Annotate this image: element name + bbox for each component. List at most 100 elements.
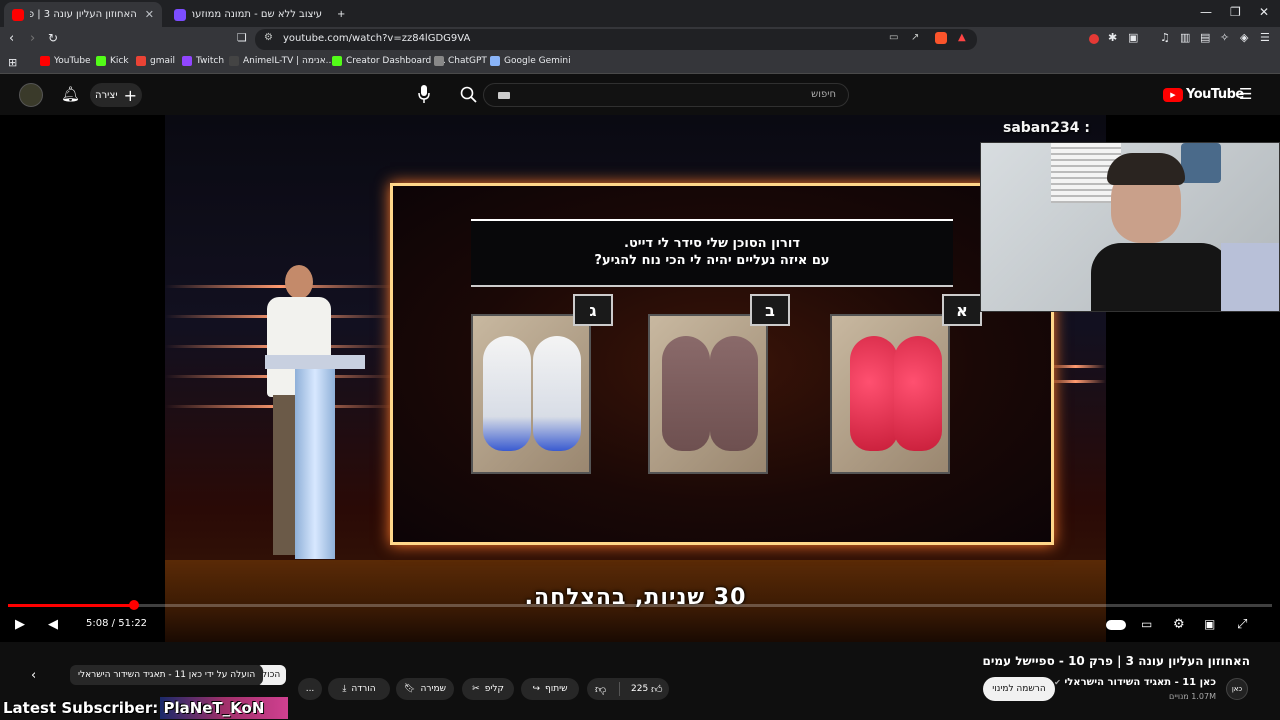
notifications-bell-icon[interactable]: 🔔︎ <box>61 85 80 103</box>
plus-icon: + <box>337 9 346 20</box>
chip-label: הכול <box>262 670 281 680</box>
close-window-icon[interactable]: ✕ <box>1259 5 1269 19</box>
search-icon[interactable] <box>460 86 478 104</box>
tab-youtube-video[interactable]: האחוזון העליון עונה 3 | פרק 10 - ✕ <box>4 2 162 27</box>
close-tab-icon[interactable]: ✕ <box>145 8 154 21</box>
youtube-logo-text: YouTube <box>1186 87 1244 102</box>
scissors-icon: ✂ <box>472 684 480 694</box>
channel-name[interactable]: כאן 11 - תאגיד השידור הישראלי ✔ <box>1054 677 1216 688</box>
tab-canva[interactable]: עיצוב ללא שם - תמונה ממוזערת כ- <box>166 2 330 27</box>
clip-button[interactable]: קליפ ✂ <box>462 678 514 700</box>
bookmark-label: Google Gemini <box>504 56 571 66</box>
bookmark-youtube[interactable]: YouTube <box>40 56 91 66</box>
bookmark-icon[interactable]: ❏ <box>237 31 247 44</box>
search-input[interactable]: חיפוש <box>483 83 849 107</box>
create-label: יצירה <box>95 89 118 101</box>
bookmark-label: ChatGPT <box>448 56 487 66</box>
twitch-icon <box>182 56 192 66</box>
youtube-play-icon: ▶ <box>1163 87 1183 102</box>
canva-favicon-icon <box>174 8 186 21</box>
share-label: שיתוף <box>545 684 568 694</box>
answer-card-bet: ב <box>648 294 790 474</box>
address-bar[interactable]: ⚙ youtube.com/watch?v=zz84lGDG9VA ▭ ↗ ▲ <box>255 29 977 50</box>
time-display: 5:08 / 51:22 <box>86 618 147 629</box>
maximize-icon[interactable]: ❐ <box>1230 5 1241 19</box>
like-count[interactable]: 225 <box>631 684 648 694</box>
create-button[interactable]: יצירה + <box>90 83 142 107</box>
bookmark-twitch[interactable]: Twitch <box>182 56 224 66</box>
podium <box>265 355 365 565</box>
wallet-icon[interactable]: ▤ <box>1200 31 1210 44</box>
menu-icon[interactable]: ☰ <box>1260 31 1270 44</box>
answer-letter: א <box>942 294 982 326</box>
sidebar-icon[interactable]: ▥ <box>1180 31 1190 44</box>
cast-icon[interactable]: ▭ <box>889 32 898 43</box>
fullscreen-icon[interactable]: ⤢ <box>1237 617 1247 632</box>
apps-grid-icon[interactable]: ⊞ <box>8 56 17 69</box>
white-sneaker-image <box>483 336 531 451</box>
question-line: עם איזה נעליים יהיה לי הכי נוח להגיע? <box>594 253 830 268</box>
channel-avatar[interactable]: כאן <box>1226 678 1248 700</box>
answer-card-gimel: ג <box>471 294 613 474</box>
gmail-icon <box>136 56 146 66</box>
browser-tab-strip: האחוזון העליון עונה 3 | פרק 10 - ✕ עיצוב… <box>0 0 1280 27</box>
save-button[interactable]: שמירה 🔖︎ <box>396 678 454 700</box>
vpn-icon[interactable]: ◈ <box>1240 31 1248 44</box>
site-info-icon[interactable]: ⚙ <box>264 32 273 43</box>
miniplayer-icon[interactable]: ▣ <box>1204 617 1215 631</box>
voice-search-icon[interactable] <box>417 84 431 104</box>
bookmark-kick[interactable]: Kick <box>96 56 129 66</box>
video-progress-bar[interactable] <box>8 600 1272 610</box>
settings-gear-icon[interactable]: ⚙ <box>1173 617 1185 632</box>
subscribe-button[interactable]: הרשמה למינוי <box>983 677 1055 701</box>
share-page-icon[interactable]: ↗ <box>911 32 919 43</box>
stage-light <box>1045 365 1106 368</box>
bookmark-creator-dashboard[interactable]: Creator Dashboard |... <box>332 56 446 66</box>
keyboard-icon[interactable] <box>498 92 510 99</box>
bookmarks-bar: ⊞ YouTube Kick gmail Twitch AnimeIL-TV |… <box>0 52 1280 74</box>
volume-icon[interactable]: ◀︎ <box>48 617 58 632</box>
back-icon[interactable]: ‹ <box>9 31 14 46</box>
share-button[interactable]: שיתוף ↪ <box>521 678 579 700</box>
media-icon[interactable]: ♫ <box>1160 31 1170 44</box>
verified-icon: ✔ <box>1054 678 1061 687</box>
youtube-favicon-icon <box>12 8 24 21</box>
brave-shield-icon[interactable] <box>935 32 947 44</box>
video-title: האחוזון העליון עונה 3 | פרק 10 - ספיישל … <box>982 654 1250 668</box>
record-extension-icon[interactable] <box>1089 34 1099 44</box>
video-player[interactable]: דורון הסוכן שלי סידר לי דייט. עם איזה נע… <box>0 115 1280 642</box>
reload-icon[interactable]: ↻ <box>48 31 58 45</box>
like-icon[interactable]: 👍︎ <box>651 683 663 696</box>
bookmark-gmail[interactable]: gmail <box>136 56 175 66</box>
account-avatar[interactable] <box>19 83 43 107</box>
bookmark-animeil[interactable]: AnimeIL-TV | אנימה... <box>229 56 334 66</box>
brave-rewards-icon[interactable]: ▲ <box>958 32 966 43</box>
quiz-screen: דורון הסוכן שלי סידר לי דייט. עם איזה נע… <box>390 183 1054 545</box>
browser-toolbar: ‹ › ↻ ❏ ⚙ youtube.com/watch?v=zz84lGDG9V… <box>0 27 1280 52</box>
extensions-icon[interactable]: ✱ <box>1108 31 1117 44</box>
screenshot-icon[interactable]: ▣ <box>1128 31 1138 44</box>
download-button[interactable]: הורדה ⤓ <box>328 678 390 700</box>
play-icon[interactable]: ▶ <box>15 617 25 632</box>
brown-shoe-image <box>710 336 758 451</box>
dislike-icon[interactable]: 👎︎ <box>595 683 606 696</box>
autoplay-toggle[interactable] <box>1106 620 1126 630</box>
chips-scroll-left-icon[interactable]: ‹ <box>31 668 36 683</box>
forward-icon[interactable]: › <box>30 31 35 46</box>
youtube-logo[interactable]: ▶ YouTube <box>1163 87 1244 102</box>
new-tab-button[interactable]: + <box>333 2 353 27</box>
subtitles-icon[interactable]: ▭ <box>1141 617 1152 631</box>
bookmark-gemini[interactable]: Google Gemini <box>490 56 571 66</box>
chip-uploaded-by[interactable]: הועלה על ידי כאן 11 - תאגיד השידור הישרא… <box>70 665 264 685</box>
hamburger-menu-icon[interactable]: ☰ <box>1239 85 1252 103</box>
red-flipflop-image <box>850 336 898 451</box>
ai-icon[interactable]: ✧ <box>1220 31 1229 44</box>
bookmark-label: AnimeIL-TV | אנימה... <box>243 56 335 66</box>
subscriber-count: 1.07M מנויים <box>1169 692 1216 701</box>
bookmark-label: Twitch <box>196 56 225 66</box>
more-actions-button[interactable]: ... <box>298 678 322 700</box>
like-dislike-group: 👎︎ 225 👍︎ <box>587 678 669 700</box>
bookmark-chatgpt[interactable]: ChatGPT <box>434 56 487 66</box>
divider <box>619 682 620 696</box>
minimize-icon[interactable]: — <box>1200 5 1212 19</box>
